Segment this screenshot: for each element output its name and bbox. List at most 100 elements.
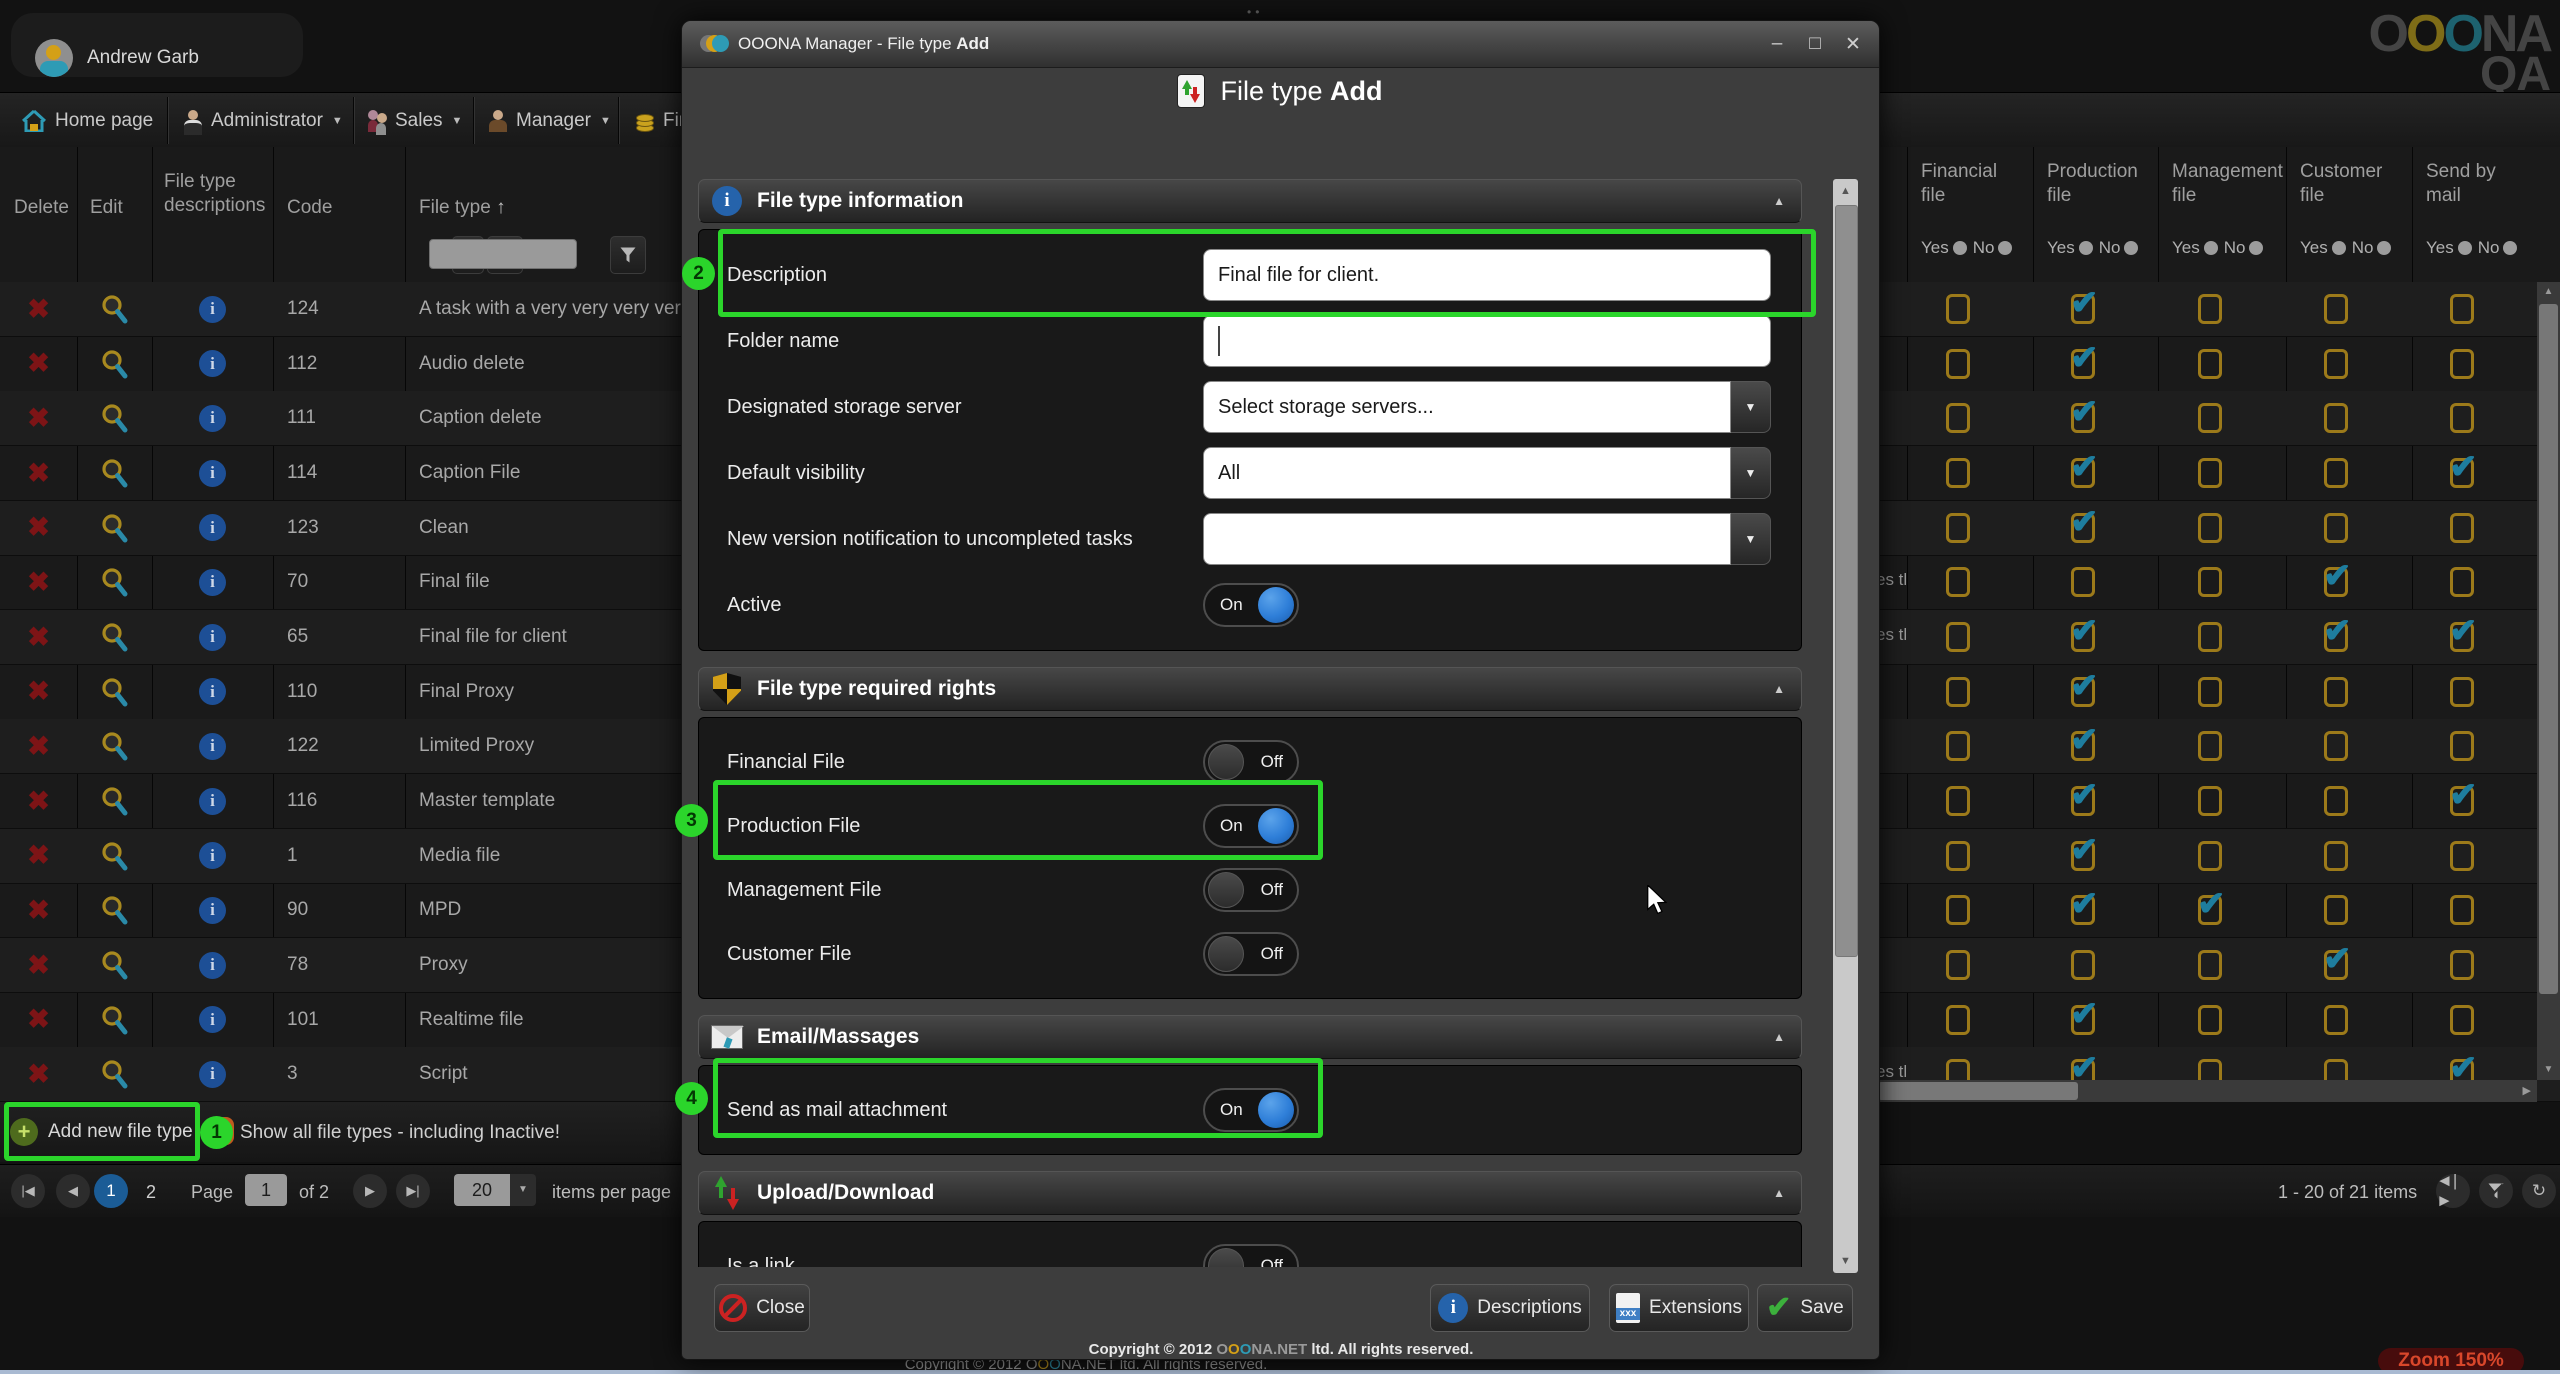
header-management-file[interactable]: Management file: [2172, 160, 2282, 208]
edit-magnifier-icon[interactable]: [100, 950, 130, 980]
info-icon[interactable]: i: [199, 350, 226, 377]
header-file-type[interactable]: File type ↑: [419, 196, 506, 220]
delete-icon[interactable]: ✖: [27, 1059, 50, 1090]
checkbox-icon[interactable]: [2324, 895, 2348, 925]
checkbox-icon[interactable]: [1946, 513, 1970, 543]
radio-icon[interactable]: [1953, 241, 1967, 255]
info-icon[interactable]: i: [199, 460, 226, 487]
checkbox-icon[interactable]: ✔: [2071, 622, 2095, 652]
delete-icon[interactable]: ✖: [27, 403, 50, 434]
header-file-type-descriptions[interactable]: File type descriptions: [164, 170, 272, 218]
file-type-filter-input[interactable]: [429, 239, 577, 269]
save-button[interactable]: ✔ Save: [1757, 1284, 1853, 1332]
select-value[interactable]: [1203, 513, 1731, 565]
edit-magnifier-icon[interactable]: [100, 1059, 130, 1089]
collapse-icon[interactable]: ▲: [1773, 194, 1785, 208]
checkbox-icon[interactable]: [2198, 403, 2222, 433]
checkbox-icon[interactable]: [2450, 1005, 2474, 1035]
checkbox-icon[interactable]: ✔: [2071, 513, 2095, 543]
last-page-button[interactable]: ▶|: [396, 1174, 430, 1208]
dialog-scrollbar[interactable]: ▲ ▼: [1833, 179, 1858, 1273]
checkbox-icon[interactable]: [2324, 731, 2348, 761]
maximize-button[interactable]: □: [1801, 33, 1829, 55]
checkbox-icon[interactable]: [2071, 950, 2095, 980]
radio-icon[interactable]: [2332, 241, 2346, 255]
scroll-right-icon[interactable]: ▶: [2523, 1080, 2531, 1102]
checkbox-icon[interactable]: ✔: [2071, 677, 2095, 707]
radio-icon[interactable]: [2458, 241, 2472, 255]
checkbox-icon[interactable]: [2324, 458, 2348, 488]
toggle-on[interactable]: On: [1203, 583, 1299, 627]
info-icon[interactable]: i: [199, 624, 226, 651]
descriptions-button[interactable]: i Descriptions: [1430, 1284, 1590, 1332]
checkbox-icon[interactable]: [1946, 677, 1970, 707]
checkbox-icon[interactable]: [2324, 841, 2348, 871]
extensions-button[interactable]: xxx Extensions: [1609, 1284, 1749, 1332]
checkbox-icon[interactable]: [2450, 677, 2474, 707]
delete-icon[interactable]: ✖: [27, 731, 50, 762]
checkbox-icon[interactable]: [1946, 458, 1970, 488]
edit-magnifier-icon[interactable]: [100, 841, 130, 871]
checkbox-icon[interactable]: [2450, 403, 2474, 433]
checkbox-icon[interactable]: [1946, 950, 1970, 980]
toggle-off[interactable]: Off: [1203, 868, 1299, 912]
yesno-filter-2[interactable]: YesNo: [2172, 238, 2267, 258]
checkbox-icon[interactable]: [2450, 841, 2474, 871]
checkbox-icon[interactable]: [2198, 677, 2222, 707]
info-icon[interactable]: i: [199, 296, 226, 323]
checkbox-icon[interactable]: ✔: [2071, 786, 2095, 816]
close-button[interactable]: Close: [714, 1284, 810, 1332]
checkbox-icon[interactable]: [2198, 622, 2222, 652]
radio-icon[interactable]: [2204, 241, 2218, 255]
table-vertical-scrollbar[interactable]: ▲ ▼: [2537, 282, 2560, 1080]
toggle-off[interactable]: Off: [1203, 740, 1299, 784]
checkbox-icon[interactable]: [2324, 349, 2348, 379]
checkbox-icon[interactable]: [2450, 895, 2474, 925]
checkbox-icon[interactable]: [1946, 1005, 1970, 1035]
edit-magnifier-icon[interactable]: [100, 731, 130, 761]
checkbox-icon[interactable]: ✔: [2071, 895, 2095, 925]
checkbox-icon[interactable]: [2324, 1005, 2348, 1035]
checkbox-icon[interactable]: [2198, 567, 2222, 597]
checkbox-icon[interactable]: [2071, 567, 2095, 597]
nav-home-page[interactable]: Home page: [22, 93, 153, 148]
checkbox-icon[interactable]: [1946, 622, 1970, 652]
edit-magnifier-icon[interactable]: [100, 1005, 130, 1035]
edit-magnifier-icon[interactable]: [100, 895, 130, 925]
radio-icon[interactable]: [2377, 241, 2391, 255]
toggle-off[interactable]: Off: [1203, 932, 1299, 976]
checkbox-icon[interactable]: ✔: [2450, 622, 2474, 652]
edit-magnifier-icon[interactable]: [100, 403, 130, 433]
previous-page-button[interactable]: ◀: [56, 1174, 90, 1208]
scrollbar-thumb[interactable]: [1835, 205, 1858, 957]
checkbox-icon[interactable]: ✔: [2450, 786, 2474, 816]
checkbox-icon[interactable]: [2450, 567, 2474, 597]
checkbox-icon[interactable]: [2450, 349, 2474, 379]
checkbox-icon[interactable]: ✔: [2198, 895, 2222, 925]
checkbox-icon[interactable]: ✔: [2071, 349, 2095, 379]
scroll-up-icon[interactable]: ▲: [1833, 179, 1858, 203]
delete-icon[interactable]: ✖: [27, 348, 50, 379]
show-all-label[interactable]: Show all file types - including Inactive…: [240, 1122, 560, 1144]
checkbox-icon[interactable]: ✔: [2071, 458, 2095, 488]
dropdown-button[interactable]: ▼: [1731, 381, 1771, 433]
scroll-down-icon[interactable]: ▼: [1833, 1249, 1858, 1273]
checkbox-icon[interactable]: [2198, 841, 2222, 871]
checkbox-icon[interactable]: [1946, 731, 1970, 761]
checkbox-icon[interactable]: [2324, 513, 2348, 543]
info-icon[interactable]: i: [199, 569, 226, 596]
items-per-page-value[interactable]: 20: [454, 1174, 510, 1206]
info-icon[interactable]: i: [199, 952, 226, 979]
radio-icon[interactable]: [2503, 241, 2517, 255]
checkbox-icon[interactable]: [2324, 294, 2348, 324]
page-number-input[interactable]: 1: [245, 1174, 287, 1206]
checkbox-icon[interactable]: [2198, 786, 2222, 816]
yesno-filter-0[interactable]: YesNo: [1921, 238, 2016, 258]
delete-icon[interactable]: ✖: [27, 840, 50, 871]
info-icon[interactable]: i: [199, 1061, 226, 1088]
dialog-titlebar[interactable]: OOONA Manager - File type Add – □ ✕: [682, 21, 1879, 68]
delete-icon[interactable]: ✖: [27, 676, 50, 707]
radio-icon[interactable]: [2079, 241, 2093, 255]
checkbox-icon[interactable]: [1946, 349, 1970, 379]
header-production-file[interactable]: Production file: [2047, 160, 2143, 208]
